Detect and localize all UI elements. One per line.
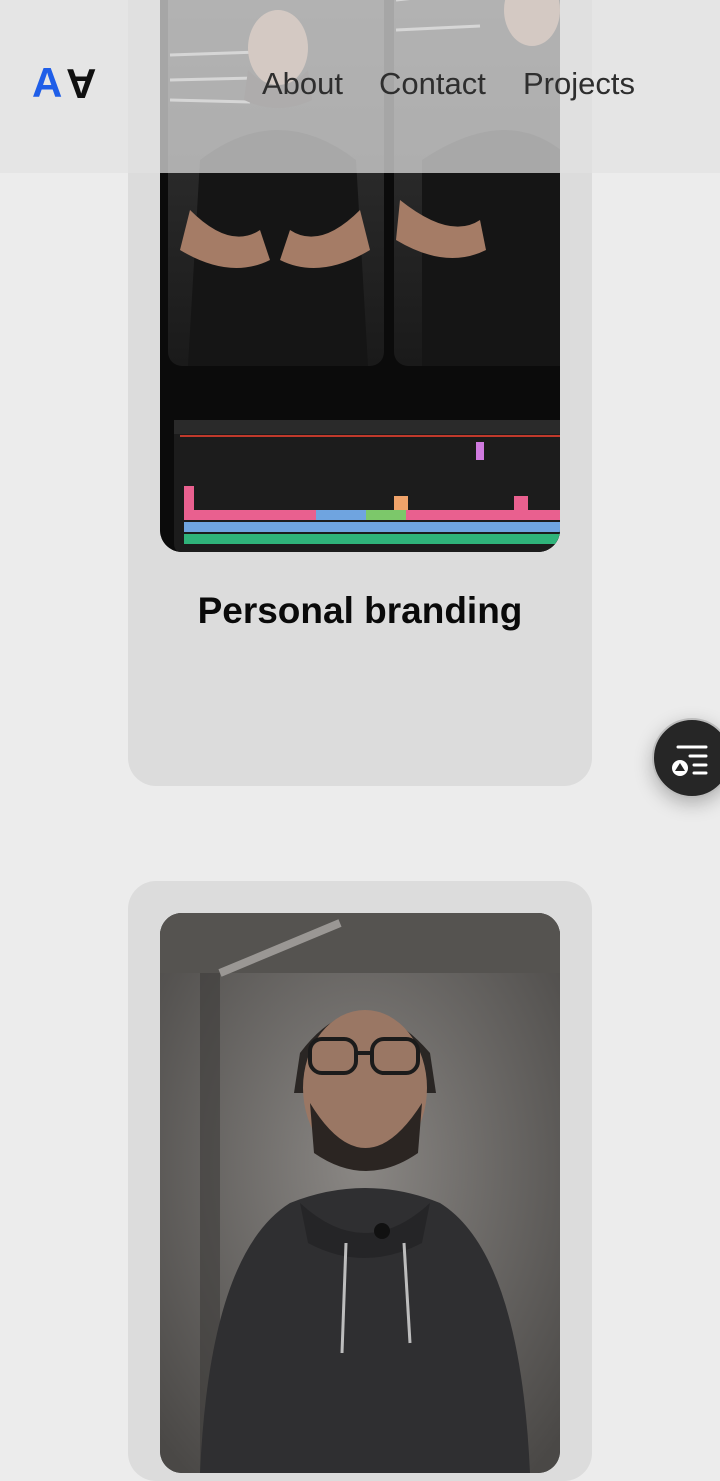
filter-list-icon	[672, 745, 708, 776]
site-header: AA About Contact Projects	[0, 0, 720, 173]
site-logo[interactable]: AA	[32, 59, 97, 107]
logo-letter: A	[32, 59, 65, 106]
talking-head-thumbnail-image	[160, 913, 560, 1473]
project-thumbnail[interactable]	[160, 913, 560, 1473]
nav-link-contact[interactable]: Contact	[379, 66, 486, 102]
project-card[interactable]	[128, 881, 592, 1481]
nav-link-about[interactable]: About	[262, 66, 343, 102]
project-title[interactable]: Personal branding	[128, 590, 592, 632]
nav-link-projects[interactable]: Projects	[523, 66, 635, 102]
logo-letter-inverted: A	[64, 60, 97, 107]
floating-menu-button[interactable]	[652, 718, 720, 798]
